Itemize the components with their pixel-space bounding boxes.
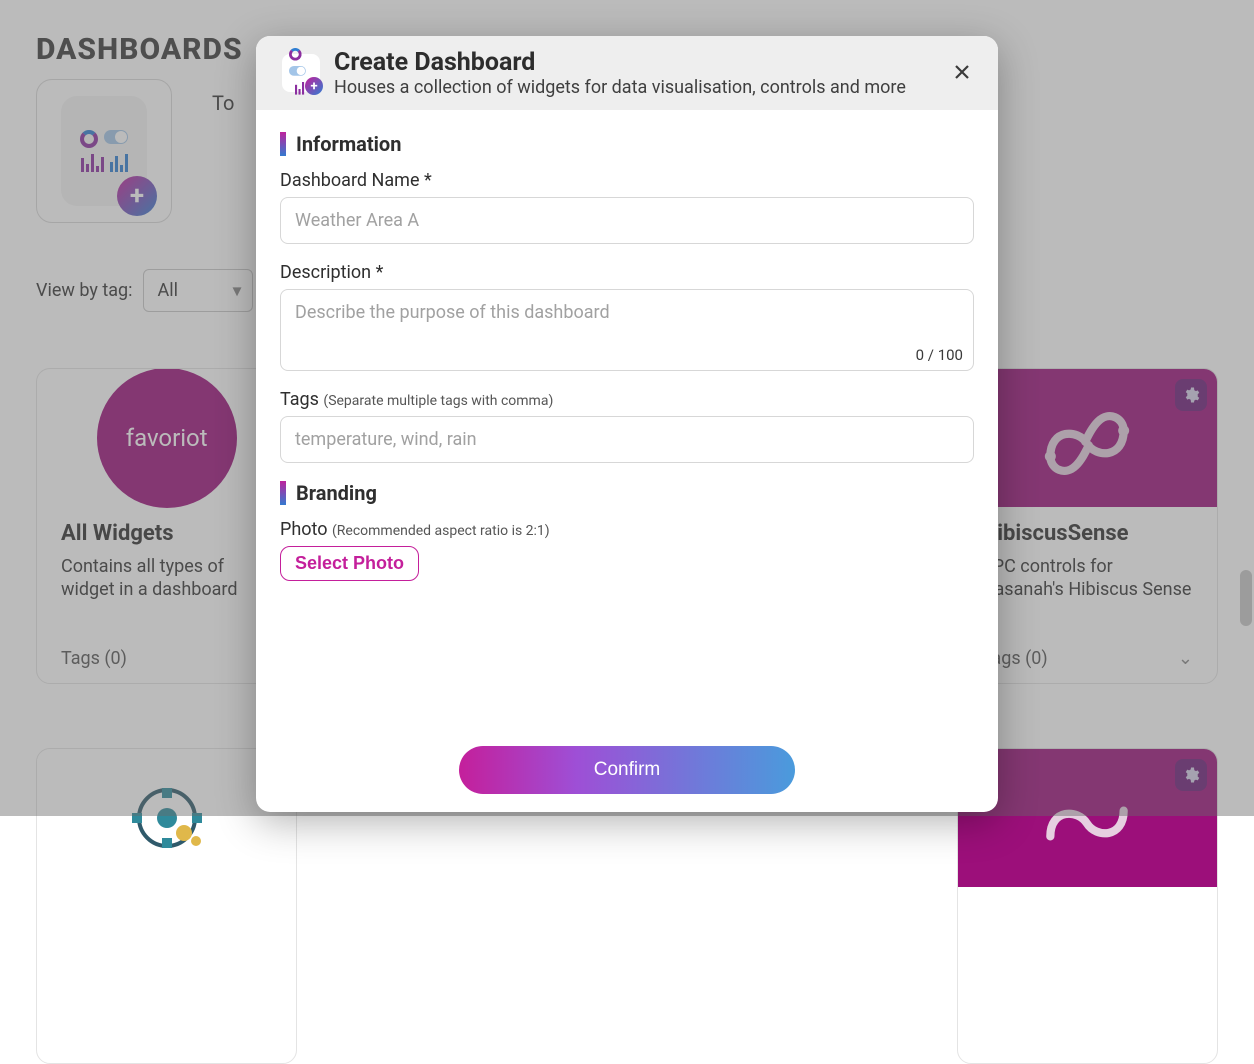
confirm-button[interactable]: Confirm (459, 746, 795, 794)
section-information: Information (280, 132, 974, 156)
modal-body: Information Dashboard Name * Description… (256, 110, 998, 734)
modal-subtitle: Houses a collection of widgets for data … (334, 77, 906, 98)
tags-input[interactable] (280, 416, 974, 463)
modal-header-icon: + (282, 54, 320, 92)
select-photo-button[interactable]: Select Photo (280, 546, 419, 581)
create-dashboard-modal: + Create Dashboard Houses a collection o… (256, 36, 998, 812)
close-icon (954, 64, 970, 80)
tags-hint: (Separate multiple tags with comma) (323, 393, 553, 409)
modal-title: Create Dashboard (334, 48, 906, 77)
close-button[interactable] (948, 58, 976, 86)
description-label: Description * (280, 262, 974, 283)
modal-overlay: + Create Dashboard Houses a collection o… (0, 0, 1254, 816)
photo-hint: (Recommended aspect ratio is 2:1) (332, 523, 550, 539)
plus-icon: + (305, 77, 323, 95)
name-label: Dashboard Name * (280, 170, 974, 191)
modal-header: + Create Dashboard Houses a collection o… (256, 36, 998, 110)
description-counter: 0 / 100 (281, 346, 973, 370)
photo-label: Photo (Recommended aspect ratio is 2:1) (280, 519, 974, 540)
modal-footer: Confirm (256, 734, 998, 812)
dashboard-name-input[interactable] (280, 197, 974, 244)
tags-label: Tags (Separate multiple tags with comma) (280, 389, 974, 410)
section-branding: Branding (280, 481, 974, 505)
description-input[interactable] (281, 290, 973, 342)
